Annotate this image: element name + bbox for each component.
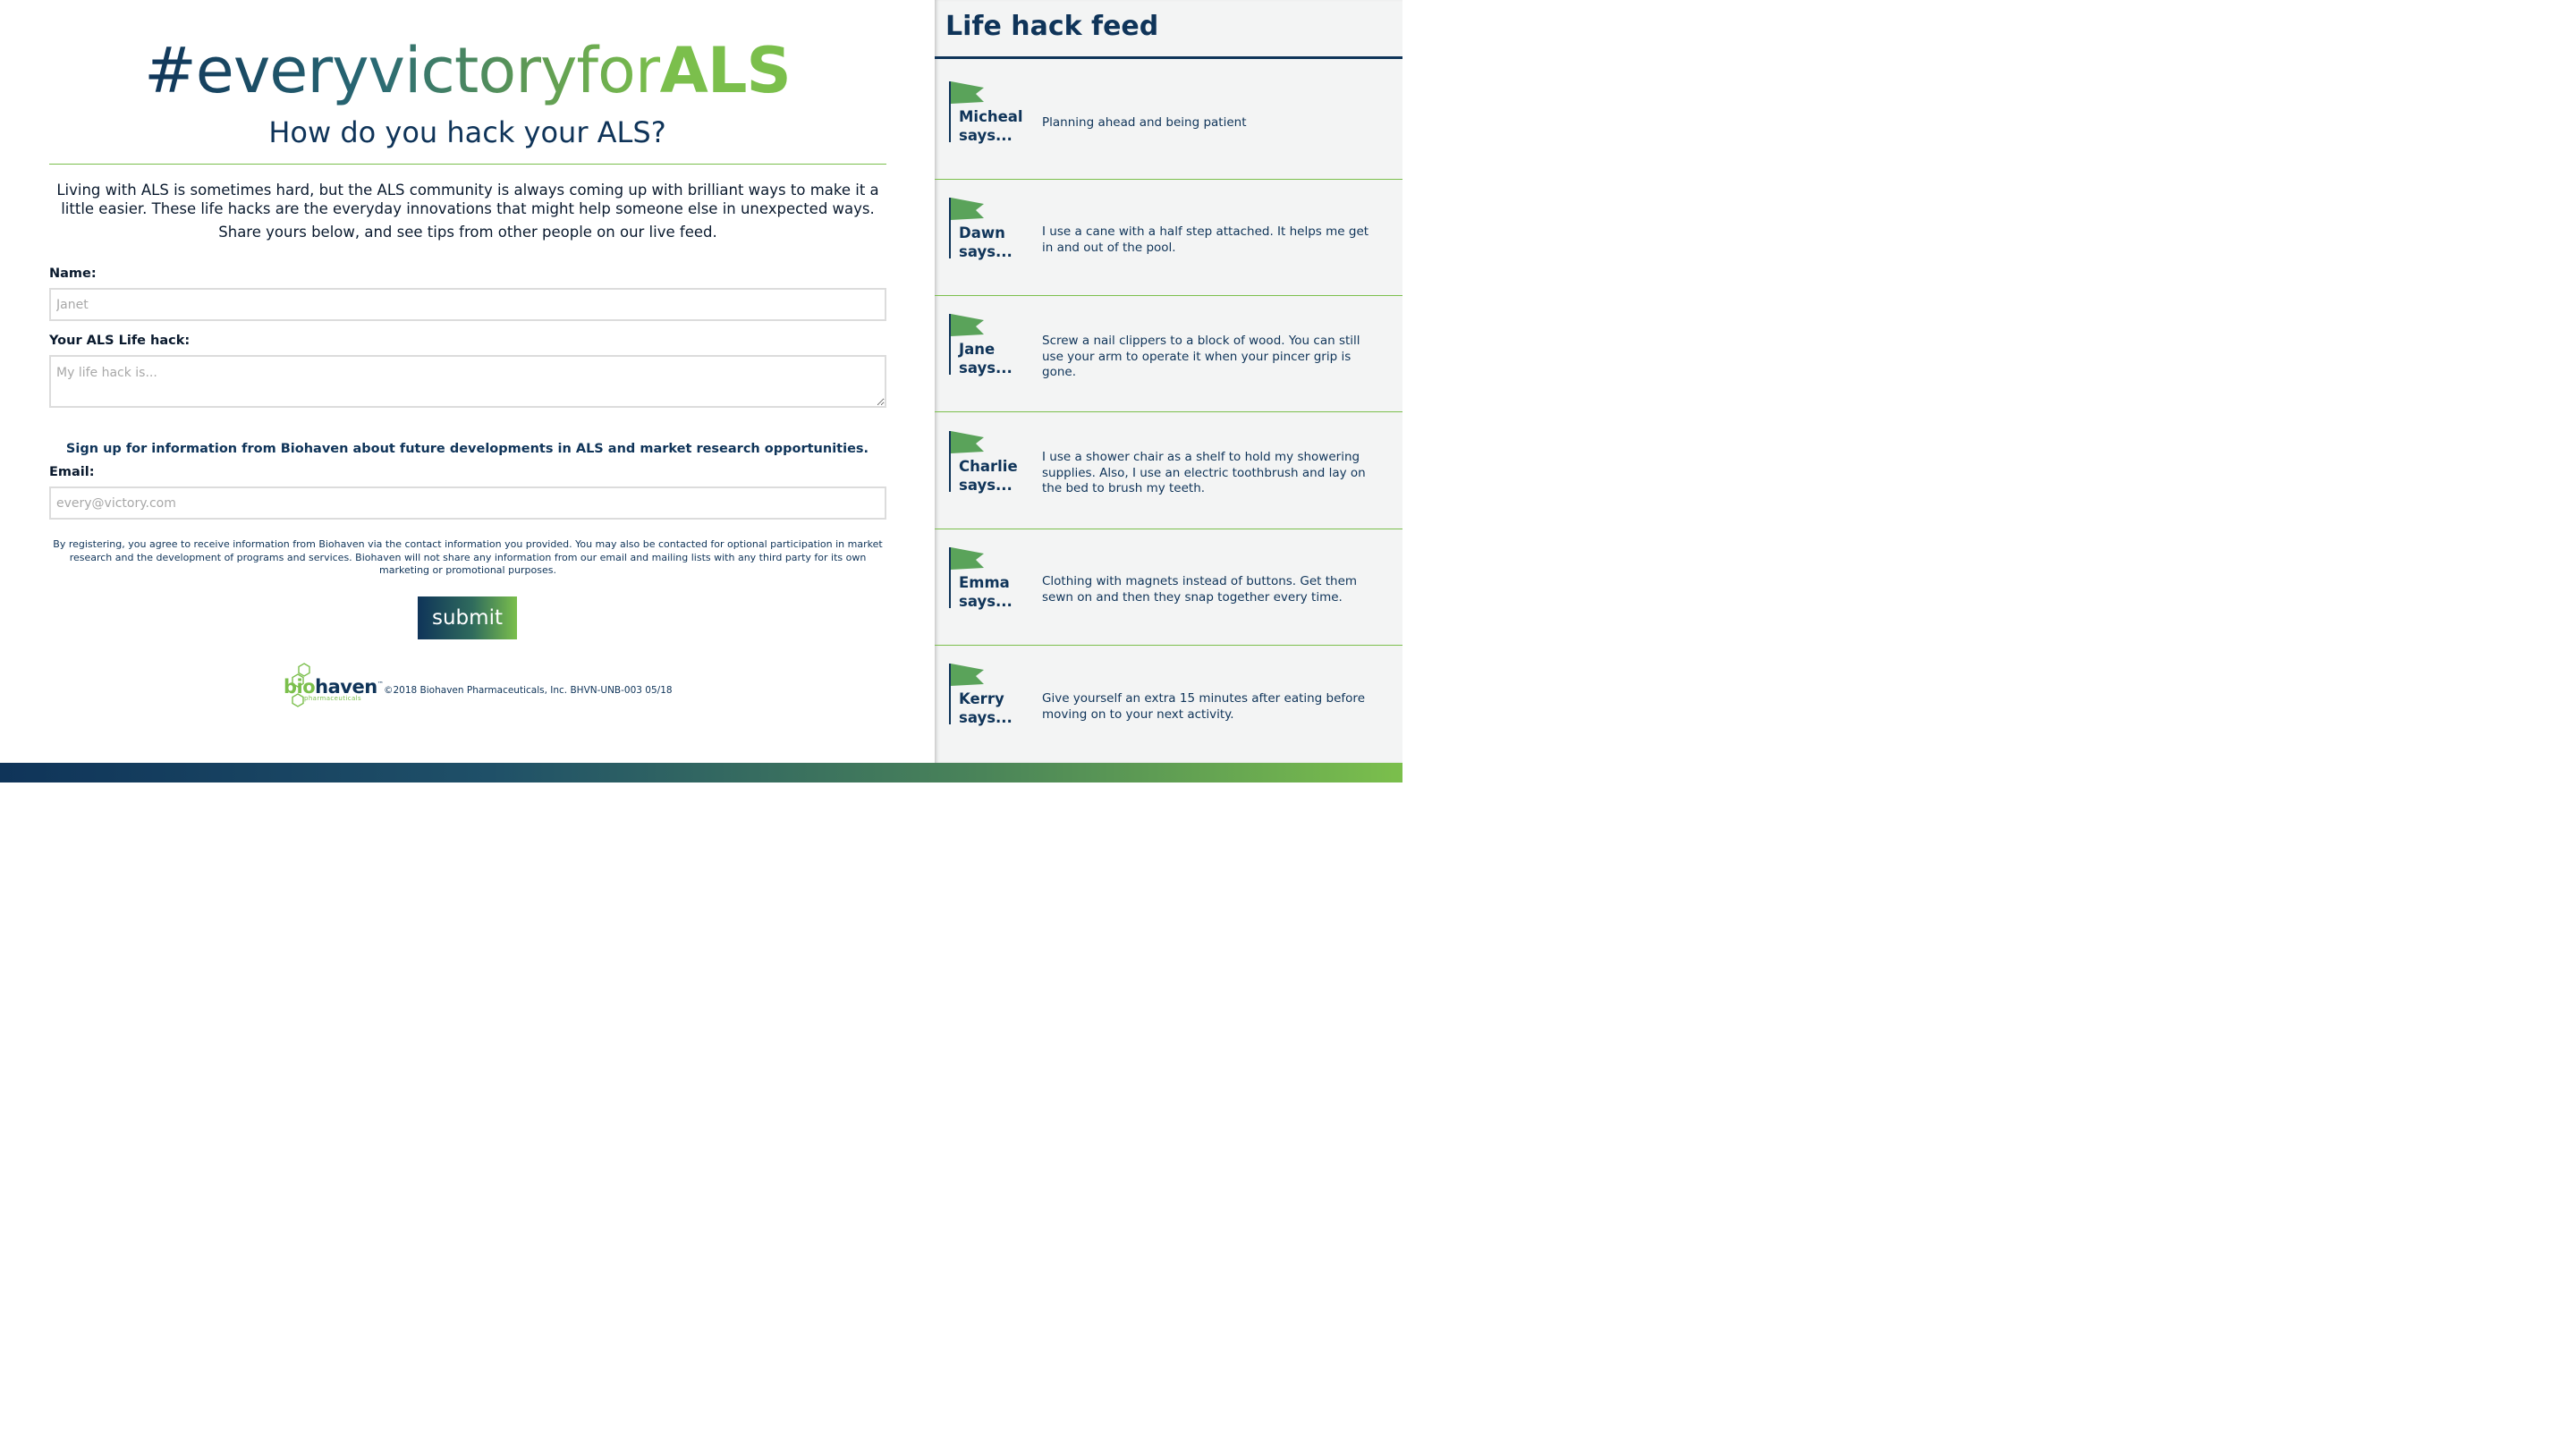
email-label: Email: (49, 465, 95, 479)
title-divider (49, 164, 886, 165)
life-hack-feed: Life hack feed Micheal says... Planning a… (935, 0, 1402, 763)
name-label: Name: (49, 266, 97, 281)
feed-author: Jane says... (959, 340, 1013, 377)
feed-message: I use a cane with a half step attached. … (1042, 224, 1369, 255)
brand-wordmark: biohaven™ (284, 673, 384, 698)
main-panel: #everyvictoryforALS How do you hack your… (0, 0, 935, 763)
name-input[interactable] (49, 288, 886, 321)
feed-says-label: says... (959, 243, 1013, 260)
feed-message: I use a shower chair as a shelf to hold … (1042, 450, 1366, 495)
submit-button[interactable]: submit (418, 596, 517, 639)
life-hack-textarea[interactable] (49, 355, 886, 408)
feed-author-name: Jane (959, 341, 996, 358)
feed-item: Emma says... Clothing with magnets instea… (935, 529, 1402, 646)
feed-item: Kerry says... Give yourself an extra 15 m… (935, 646, 1402, 762)
feed-author-name: Kerry (959, 690, 1004, 707)
email-input[interactable] (49, 486, 886, 520)
feed-message: Planning ahead and being patient (1042, 115, 1247, 130)
page-subtitle: How do you hack your ALS? (268, 115, 666, 149)
feed-message: Screw a nail clippers to a block of wood… (1042, 334, 1360, 379)
hero-title-als: ALS (659, 34, 792, 107)
share-line: Share yours below, and see tips from oth… (218, 224, 717, 241)
life-hack-label: Your ALS Life hack: (49, 334, 191, 348)
feed-item: Micheal says... Planning ahead and being … (935, 63, 1402, 180)
footer-gradient-bar (0, 763, 1402, 782)
copyright-text: ©2018 Biohaven Pharmaceuticals, Inc. BHV… (384, 685, 673, 696)
feed-author-name: Micheal (959, 108, 1023, 125)
feed-item: Dawn says... I use a cane with a half ste… (935, 180, 1402, 296)
hero-title-hashtag: #everyvictoryfor (144, 34, 661, 107)
biohaven-logo[interactable]: biohaven™ pharmaceuticals (283, 662, 384, 708)
feed-item: Jane says... Screw a nail clippers to a b… (935, 296, 1402, 412)
hero-title: #everyvictoryforALS (0, 34, 935, 107)
feed-author-name: Emma (959, 574, 1010, 591)
brand-trademark: ™ (377, 681, 384, 688)
feed-says-label: says... (959, 709, 1013, 726)
intro-paragraph: Living with ALS is sometimes hard, but t… (56, 182, 879, 217)
feed-message: Clothing with magnets instead of buttons… (1042, 574, 1358, 605)
feed-author: Kerry says... (959, 689, 1013, 727)
signup-text: Sign up for information from Biohaven ab… (65, 442, 869, 456)
feed-author-name: Dawn (959, 224, 1005, 241)
feed-says-label: says... (959, 360, 1013, 376)
feed-author: Micheal says... (959, 107, 1023, 145)
feed-author: Dawn says... (959, 224, 1013, 261)
brand-subtitle: pharmaceuticals (304, 695, 362, 702)
feed-item: Charlie says... I use a shower chair as a… (935, 413, 1402, 529)
feed-says-label: says... (959, 593, 1013, 610)
feed-message: Give yourself an extra 15 minutes after … (1042, 691, 1365, 722)
feed-author: Charlie says... (959, 457, 1018, 495)
feed-author-name: Charlie (959, 458, 1018, 475)
feed-author: Emma says... (959, 573, 1013, 611)
feed-says-label: says... (959, 477, 1013, 494)
feed-title: Life hack feed (945, 11, 1159, 42)
feed-says-label: says... (959, 127, 1013, 144)
feed-title-divider (935, 56, 1402, 59)
legal-disclaimer: By registering, you agree to receive inf… (53, 538, 883, 576)
